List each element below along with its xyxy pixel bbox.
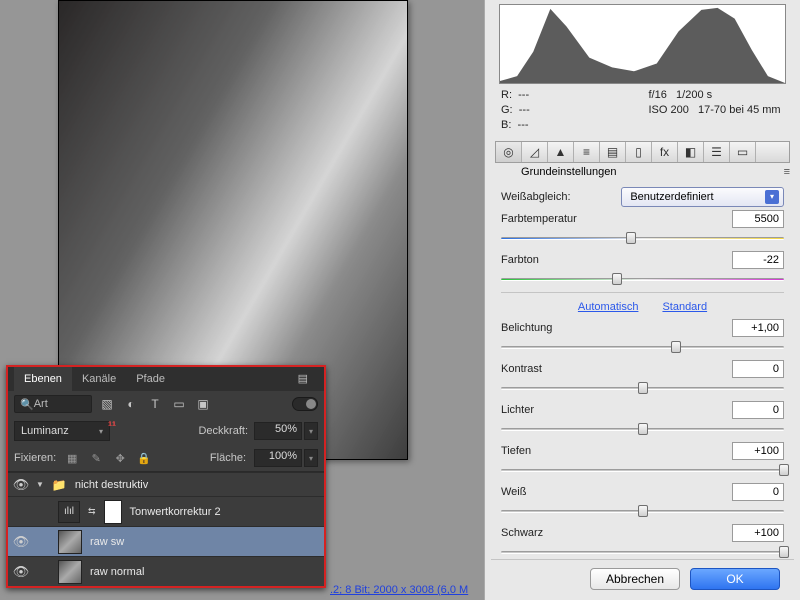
chevron-down-icon: ▾ bbox=[765, 190, 779, 204]
levels-adjustment-icon: ılıl bbox=[58, 501, 80, 523]
tab-channels[interactable]: Kanäle bbox=[72, 367, 126, 391]
layer-row[interactable]: 👁 raw normal bbox=[8, 556, 324, 586]
tab-detail-icon[interactable]: ▲ bbox=[548, 142, 574, 162]
tone-slider[interactable] bbox=[501, 422, 784, 436]
visibility-toggle[interactable]: 👁 bbox=[14, 478, 28, 492]
tone-slider[interactable] bbox=[501, 545, 784, 559]
opacity-stepper[interactable]: ▾ bbox=[304, 422, 318, 440]
slider-input[interactable] bbox=[732, 483, 784, 501]
tab-snapshot-icon[interactable]: ▭ bbox=[730, 142, 756, 162]
tab-curve-icon[interactable]: ◿ bbox=[522, 142, 548, 162]
slider-label: Tiefen bbox=[501, 445, 726, 457]
tone-slider[interactable] bbox=[501, 463, 784, 477]
layer-row[interactable]: 👁 raw sw bbox=[8, 526, 324, 556]
slider-input[interactable] bbox=[732, 442, 784, 460]
section-menu-icon[interactable]: ≡ bbox=[643, 163, 791, 181]
filter-type-icon[interactable]: T bbox=[146, 395, 164, 413]
blend-mode-select[interactable]: Luminanz▾ bbox=[14, 421, 110, 441]
default-link[interactable]: Standard bbox=[662, 301, 707, 313]
raw-tabs[interactable]: ◎ ◿ ▲ ≡ ▤ ▯ fx ◧ ☰ ▭ bbox=[495, 141, 790, 163]
tab-split-icon[interactable]: ▤ bbox=[600, 142, 626, 162]
auto-link[interactable]: Automatisch bbox=[578, 301, 639, 313]
tint-slider[interactable] bbox=[501, 272, 784, 286]
fill-input[interactable]: 100% bbox=[254, 449, 302, 467]
folder-icon: 📁 bbox=[52, 478, 67, 492]
tone-slider[interactable] bbox=[501, 381, 784, 395]
label-g: G: bbox=[501, 104, 513, 116]
layer-group[interactable]: 👁 ▼ 📁 nicht destruktiv bbox=[8, 472, 324, 496]
filter-toggle[interactable] bbox=[292, 397, 318, 411]
camera-raw-panel: R: --- G: --- B: --- f/16 1/200 s ISO 20… bbox=[484, 0, 800, 600]
slider-label: Lichter bbox=[501, 404, 726, 416]
fill-stepper[interactable]: ▾ bbox=[304, 449, 318, 467]
tab-camera-icon[interactable]: ◧ bbox=[678, 142, 704, 162]
disclosure-icon[interactable]: ▼ bbox=[36, 480, 44, 489]
tab-paths[interactable]: Pfade bbox=[126, 367, 175, 391]
tint-label: Farbton bbox=[501, 254, 726, 266]
tab-fx-icon[interactable]: fx bbox=[652, 142, 678, 162]
layer-row[interactable]: ılıl ⇆ Tonwertkorrektur 2 bbox=[8, 496, 324, 526]
visibility-toggle[interactable] bbox=[14, 505, 28, 519]
filter-image-icon[interactable]: ▧ bbox=[98, 395, 116, 413]
slider-label: Belichtung bbox=[501, 322, 726, 334]
visibility-toggle[interactable]: 👁 bbox=[14, 535, 28, 549]
tone-slider[interactable] bbox=[501, 340, 784, 354]
exif-info: R: --- G: --- B: --- f/16 1/200 s ISO 20… bbox=[501, 88, 784, 133]
layer-thumb[interactable] bbox=[58, 560, 82, 584]
lock-transparent-icon[interactable]: ▦ bbox=[64, 450, 80, 466]
layer-thumb[interactable] bbox=[58, 530, 82, 554]
slider-input[interactable] bbox=[732, 401, 784, 419]
histogram[interactable] bbox=[499, 4, 786, 84]
annotation-mark: ¹¹ bbox=[108, 419, 116, 433]
tint-input[interactable] bbox=[732, 251, 784, 269]
wb-label: Weißabgleich: bbox=[501, 191, 615, 203]
tone-slider[interactable] bbox=[501, 504, 784, 518]
tab-lens-icon[interactable]: ▯ bbox=[626, 142, 652, 162]
visibility-toggle[interactable]: 👁 bbox=[14, 565, 28, 579]
fill-label: Fläche: bbox=[210, 452, 246, 464]
slider-input[interactable] bbox=[732, 524, 784, 542]
slider-label: Kontrast bbox=[501, 363, 726, 375]
label-b: B: bbox=[501, 119, 511, 131]
slider-input[interactable] bbox=[732, 319, 784, 337]
layers-panel: Ebenen Kanäle Pfade ▤ 🔍 Art ▧ ◐ T ▭ ▣ Lu… bbox=[6, 365, 326, 588]
filter-adjust-icon[interactable]: ◐ bbox=[122, 395, 140, 413]
opacity-input[interactable]: 50% bbox=[254, 422, 302, 440]
lock-pixels-icon[interactable]: ✎ bbox=[88, 450, 104, 466]
tab-hsl-icon[interactable]: ≡ bbox=[574, 142, 600, 162]
slider-input[interactable] bbox=[732, 360, 784, 378]
slider-label: Weiß bbox=[501, 486, 726, 498]
tab-basic-icon[interactable]: ◎ bbox=[496, 142, 522, 162]
wb-select[interactable]: Benutzerdefiniert ▾ bbox=[621, 187, 784, 207]
lock-all-icon[interactable]: 🔒 bbox=[136, 450, 152, 466]
layer-mask-thumb[interactable] bbox=[104, 500, 122, 524]
filter-shape-icon[interactable]: ▭ bbox=[170, 395, 188, 413]
layer-filter[interactable]: 🔍 Art bbox=[14, 395, 92, 413]
tab-layers[interactable]: Ebenen bbox=[14, 367, 72, 391]
lock-label: Fixieren: bbox=[14, 452, 56, 464]
filter-smart-icon[interactable]: ▣ bbox=[194, 395, 212, 413]
doc-info-link[interactable]: .2; 8 Bit; 2000 x 3008 (6,0 M bbox=[330, 584, 468, 596]
opacity-label: Deckkraft: bbox=[198, 425, 248, 437]
temp-slider[interactable] bbox=[501, 231, 784, 245]
temp-input[interactable] bbox=[732, 210, 784, 228]
section-title: Grundeinstellungen bbox=[495, 163, 643, 181]
label-r: R: bbox=[501, 89, 512, 101]
cancel-button[interactable]: Abbrechen bbox=[590, 568, 680, 590]
lock-position-icon[interactable]: ✥ bbox=[112, 450, 128, 466]
panel-menu-icon[interactable]: ▤ bbox=[288, 367, 318, 391]
temp-label: Farbtemperatur bbox=[501, 213, 726, 225]
tab-preset-icon[interactable]: ☰ bbox=[704, 142, 730, 162]
slider-label: Schwarz bbox=[501, 527, 726, 539]
ok-button[interactable]: OK bbox=[690, 568, 780, 590]
